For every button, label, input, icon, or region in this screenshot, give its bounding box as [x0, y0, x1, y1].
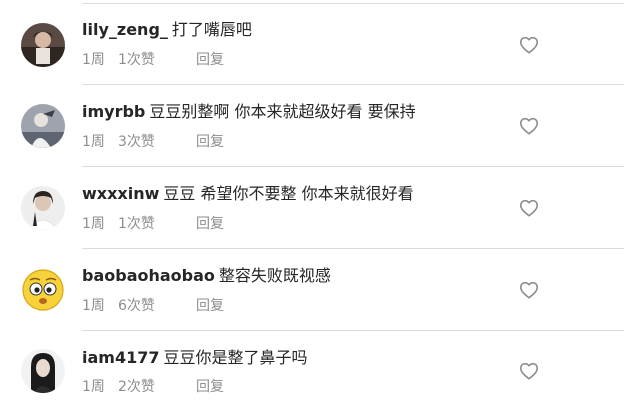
- comment-username[interactable]: iam4177: [82, 348, 159, 367]
- reply-button[interactable]: 回复: [196, 215, 224, 233]
- comment-likes-count[interactable]: 2次赞: [118, 378, 196, 396]
- heart-outline-icon[interactable]: [518, 115, 540, 137]
- emoji-face-icon: [21, 268, 65, 312]
- comment-time: 1周: [82, 216, 105, 232]
- comment-likes-count[interactable]: 3次赞: [118, 133, 196, 151]
- reply-button[interactable]: 回复: [196, 133, 224, 151]
- comment-text: 豆豆你是整了鼻子吗: [163, 348, 308, 367]
- comment-list: lily_zeng_ 打了嘴唇吧 1周 1次赞 回复 imyrbb 豆豆别整啊 你本来就…: [0, 0, 640, 411]
- comment-meta: 1周 6次赞 回复: [82, 297, 224, 315]
- comment-text: 豆豆别整啊 你本来就超级好看 要保持: [149, 102, 416, 121]
- avatar[interactable]: [21, 268, 65, 312]
- comment-line: lily_zeng_ 打了嘴唇吧: [82, 19, 252, 41]
- reply-button[interactable]: 回复: [196, 51, 224, 69]
- comment-time: 1周: [82, 52, 105, 68]
- comment-time: 1周: [82, 298, 105, 314]
- comment-item: imyrbb 豆豆别整啊 你本来就超级好看 要保持 1周 3次赞 回复: [0, 85, 640, 167]
- comment-likes-count[interactable]: 1次赞: [118, 215, 196, 233]
- comment-line: baobaohaobao 整容失败既视感: [82, 265, 331, 287]
- reply-button[interactable]: 回复: [196, 297, 224, 315]
- avatar-photo: [21, 23, 65, 67]
- comment-time: 1周: [82, 134, 105, 150]
- comment-text: 整容失败既视感: [218, 266, 331, 285]
- avatar-photo: [21, 349, 65, 393]
- comment-time: 1周: [82, 379, 105, 395]
- avatar[interactable]: [21, 23, 65, 67]
- comment-item: lily_zeng_ 打了嘴唇吧 1周 1次赞 回复: [0, 3, 640, 85]
- comment-username[interactable]: baobaohaobao: [82, 266, 215, 285]
- comment-line: imyrbb 豆豆别整啊 你本来就超级好看 要保持: [82, 101, 416, 123]
- comment-text: 打了嘴唇吧: [171, 20, 252, 39]
- avatar-photo: [21, 104, 65, 148]
- comment-likes-count[interactable]: 1次赞: [118, 51, 196, 69]
- comment-meta: 1周 3次赞 回复: [82, 133, 224, 151]
- comment-username[interactable]: imyrbb: [82, 102, 145, 121]
- comment-meta: 1周 2次赞 回复: [82, 378, 224, 396]
- comment-likes-count[interactable]: 6次赞: [118, 297, 196, 315]
- heart-outline-icon[interactable]: [518, 360, 540, 382]
- avatar[interactable]: [21, 104, 65, 148]
- avatar[interactable]: [21, 186, 65, 230]
- comment-username[interactable]: wxxxinw: [82, 184, 159, 203]
- reply-button[interactable]: 回复: [196, 378, 224, 396]
- comment-meta: 1周 1次赞 回复: [82, 215, 224, 233]
- heart-outline-icon[interactable]: [518, 34, 540, 56]
- comment-meta: 1周 1次赞 回复: [82, 51, 224, 69]
- comment-item: iam4177 豆豆你是整了鼻子吗 1周 2次赞 回复: [0, 331, 640, 413]
- comment-item: wxxxinw 豆豆 希望你不要整 你本来就很好看 1周 1次赞 回复: [0, 167, 640, 249]
- comment-line: iam4177 豆豆你是整了鼻子吗: [82, 347, 308, 369]
- heart-outline-icon[interactable]: [518, 197, 540, 219]
- avatar-photo: [21, 186, 65, 230]
- comment-username[interactable]: lily_zeng_: [82, 20, 168, 39]
- heart-outline-icon[interactable]: [518, 279, 540, 301]
- comment-item: baobaohaobao 整容失败既视感 1周 6次赞 回复: [0, 249, 640, 331]
- comment-text: 豆豆 希望你不要整 你本来就很好看: [163, 184, 414, 203]
- avatar[interactable]: [21, 349, 65, 393]
- comment-line: wxxxinw 豆豆 希望你不要整 你本来就很好看: [82, 183, 414, 205]
